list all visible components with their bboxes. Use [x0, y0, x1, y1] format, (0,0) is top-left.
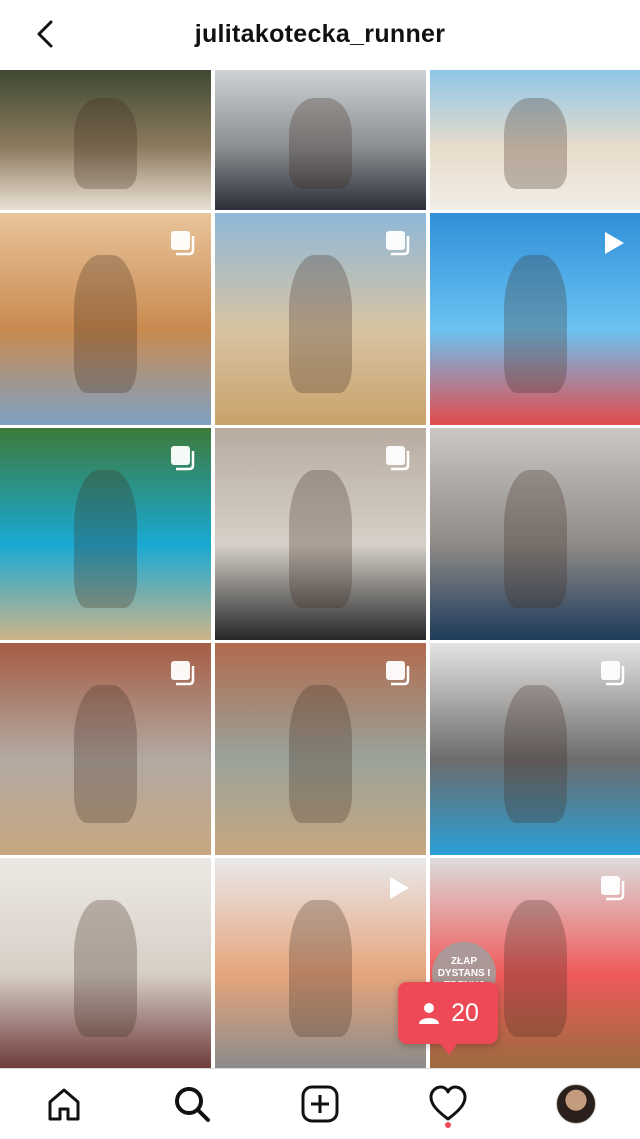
post-subject: [73, 900, 138, 1038]
post-subject: [288, 470, 353, 609]
search-icon: [175, 1087, 210, 1122]
post-subject: [503, 470, 568, 609]
tab-home[interactable]: [32, 1072, 96, 1136]
post-subject: [73, 685, 138, 824]
post-subject: [288, 98, 353, 189]
post-subject: [503, 685, 568, 824]
carousel-icon: [384, 659, 412, 687]
activity-dot: [445, 1122, 451, 1128]
post-subject: [503, 98, 568, 189]
post-thumbnail-birthday-balloons-30[interactable]: [215, 858, 426, 1068]
person-icon: [419, 1003, 440, 1024]
post-subject: [503, 255, 568, 394]
avatar: [556, 1084, 596, 1124]
top-bar: julitakotecka_runner: [0, 0, 640, 68]
post-thumbnail-family-beach[interactable]: [430, 70, 640, 210]
carousel-icon: [169, 229, 197, 257]
tab-activity[interactable]: [416, 1072, 480, 1136]
post-thumbnail-woman-coat-plaza[interactable]: [215, 643, 426, 855]
bottom-tab-bar: [0, 1068, 640, 1139]
post-thumbnail-airport-luggage[interactable]: [215, 428, 426, 640]
carousel-icon: [169, 659, 197, 687]
post-thumbnail-family-pool[interactable]: [0, 428, 211, 640]
post-subject: [503, 900, 568, 1038]
plus-square-icon: [301, 1085, 339, 1123]
carousel-icon: [599, 874, 627, 902]
carousel-icon: [599, 659, 627, 687]
post-subject: [288, 900, 353, 1038]
home-icon: [48, 1088, 80, 1121]
post-thumbnail-underwater-swim[interactable]: [430, 213, 640, 425]
post-subject: [288, 685, 353, 824]
post-thumbnail-baby-crouching[interactable]: [0, 858, 211, 1068]
post-subject: [73, 255, 138, 394]
carousel-icon: [169, 444, 197, 472]
heart-icon: [429, 1085, 467, 1121]
chevron-left-icon: [37, 20, 53, 48]
follower-notification[interactable]: 20: [398, 982, 498, 1055]
tab-new-post[interactable]: [288, 1072, 352, 1136]
post-thumbnail-women-gym-mirror[interactable]: [215, 70, 426, 210]
carousel-icon: [384, 229, 412, 257]
post-thumbnail-woman-crouching-coat[interactable]: [0, 643, 211, 855]
play-icon: [599, 229, 627, 257]
tab-search[interactable]: [160, 1072, 224, 1136]
post-subject: [73, 470, 138, 609]
post-subject: [288, 255, 353, 394]
carousel-icon: [384, 444, 412, 472]
post-thumbnail-home-workout-living-room[interactable]: [430, 643, 640, 855]
profile-username: julitakotecka_runner: [194, 19, 446, 48]
post-thumbnail-gym-selfie[interactable]: [430, 428, 640, 640]
post-thumbnail-woman-with-cat[interactable]: [0, 213, 211, 425]
post-thumbnail-woman-seated-garden[interactable]: [0, 70, 211, 210]
post-thumbnail-mother-child-beach[interactable]: [215, 213, 426, 425]
posts-grid: [0, 70, 640, 1068]
tab-profile[interactable]: [544, 1072, 608, 1136]
notification-count: 20: [451, 998, 479, 1027]
play-icon: [384, 874, 412, 902]
post-subject: [73, 98, 138, 189]
back-button[interactable]: [28, 16, 64, 52]
